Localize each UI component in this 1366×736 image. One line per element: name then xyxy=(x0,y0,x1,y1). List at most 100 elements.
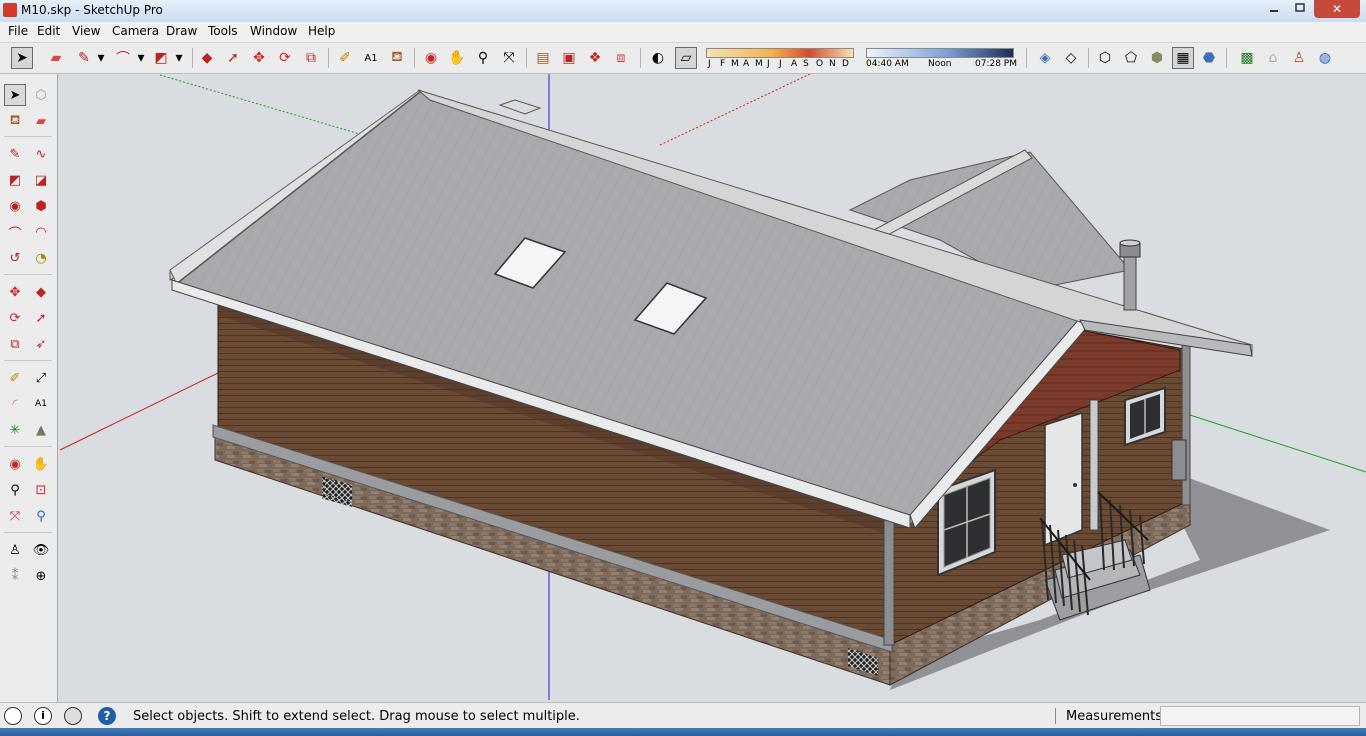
eraser-tool-button[interactable]: ▰ xyxy=(30,110,52,132)
zoom-extents-button[interactable]: ⤧ xyxy=(498,47,520,69)
month-label: A xyxy=(743,59,750,69)
drawing-viewport[interactable] xyxy=(58,74,1366,702)
follow-me-tool-button[interactable]: ➚ xyxy=(30,307,52,329)
paint-bucket-tool-button[interactable]: ⛾ xyxy=(386,47,408,69)
move-tool-button[interactable]: ✥ xyxy=(248,47,270,69)
rectangle-tool-dropdown[interactable]: ▾ xyxy=(168,47,190,69)
polygon-tool-button[interactable]: ⬢ xyxy=(30,195,52,217)
monochrome-style-button[interactable]: ⬣ xyxy=(1198,47,1220,69)
circle-tool-button[interactable]: ◉ xyxy=(4,195,26,217)
shaded-style-button[interactable]: ⬢ xyxy=(1146,47,1168,69)
zoom-window-button[interactable]: ⊡ xyxy=(30,479,52,501)
maximize-button[interactable] xyxy=(1288,0,1312,18)
arrow-cursor-icon: ➤ xyxy=(16,50,28,66)
rectangle-tool-button[interactable]: ◩ xyxy=(4,169,26,191)
move-tool-button[interactable]: ✥ xyxy=(4,281,26,303)
zoom-extents-button[interactable]: ⤧ xyxy=(4,505,26,527)
line-tool-button[interactable]: ✎ xyxy=(4,143,26,165)
sign-in-status-icon[interactable] xyxy=(64,707,82,725)
follow-me-tool-button[interactable]: ➚ xyxy=(222,47,244,69)
walk-tool-button[interactable]: ⁑ xyxy=(4,565,26,587)
eraser-tool-button[interactable]: ▰ xyxy=(45,47,67,69)
menu-tools[interactable]: Tools xyxy=(208,24,238,38)
month-slider[interactable] xyxy=(706,48,854,58)
hidden-line-style-button[interactable]: ⬠ xyxy=(1120,47,1142,69)
orbit-icon: ◉ xyxy=(9,456,21,472)
zoom-tool-button[interactable]: ⚲ xyxy=(4,479,26,501)
two-point-arc-tool-button[interactable]: ◠ xyxy=(30,221,52,243)
tape-measure-tool-button[interactable]: ✐ xyxy=(334,47,356,69)
add-location-button[interactable]: ▩ xyxy=(1236,47,1258,69)
display-shadows-toggle[interactable]: ▱ xyxy=(675,47,697,69)
menu-camera[interactable]: Camera xyxy=(112,24,159,38)
3d-text-tool-button[interactable]: ▲ xyxy=(30,419,52,441)
three-point-arc-tool-button[interactable]: ↺ xyxy=(4,247,26,269)
two-point-arc-icon: ◠ xyxy=(35,224,47,240)
rotate-tool-button[interactable]: ⟳ xyxy=(274,47,296,69)
dimension-tool-button[interactable]: ⤢ xyxy=(30,367,52,389)
scale-tool-button[interactable]: ⧉ xyxy=(300,47,322,69)
menu-draw[interactable]: Draw xyxy=(166,24,197,38)
protractor-tool-button[interactable]: ◜ xyxy=(4,393,26,415)
time-slider[interactable] xyxy=(866,48,1014,58)
menu-help[interactable]: Help xyxy=(308,24,335,38)
previous-view-button[interactable]: ⚲ xyxy=(30,505,52,527)
dimension-icon: ⤢ xyxy=(35,370,47,386)
xray-icon: ◈ xyxy=(1039,50,1051,66)
back-edges-icon: ◇ xyxy=(1065,50,1077,66)
push-pull-icon: ◆ xyxy=(36,284,46,300)
close-button[interactable]: ✕ xyxy=(1314,0,1360,18)
arc-tool-button[interactable]: ⌒ xyxy=(4,221,26,243)
measurements-input[interactable] xyxy=(1160,706,1360,726)
offset-tool-button[interactable]: ➶ xyxy=(30,333,52,355)
select-tool-button[interactable]: ➤ xyxy=(4,84,26,106)
pan-tool-button[interactable]: ✋ xyxy=(30,453,52,475)
geo-location-status-icon[interactable] xyxy=(4,707,22,725)
get-models-button[interactable]: ▤ xyxy=(532,47,554,69)
rotated-rectangle-tool-button[interactable]: ◪ xyxy=(30,169,52,191)
extension-warehouse-button[interactable]: ⧈ xyxy=(610,47,632,69)
zoom-tool-button[interactable]: ⚲ xyxy=(472,47,494,69)
back-edges-button[interactable]: ◇ xyxy=(1060,47,1082,69)
paint-bucket-tool-button[interactable]: ⛾ xyxy=(4,110,26,132)
menu-window[interactable]: Window xyxy=(250,24,297,38)
menu-edit[interactable]: Edit xyxy=(37,24,60,38)
instructor-help-button[interactable]: ? xyxy=(98,707,116,725)
orbit-tool-button[interactable]: ◉ xyxy=(4,453,26,475)
pan-tool-button[interactable]: ✋ xyxy=(446,47,468,69)
tape-measure-tool-button[interactable]: ✐ xyxy=(4,367,26,389)
make-component-button[interactable]: ⬡ xyxy=(30,84,52,106)
scale-tool-button[interactable]: ⧉ xyxy=(4,333,26,355)
look-around-button[interactable]: 👁 xyxy=(30,539,52,561)
rotate-icon: ⟳ xyxy=(9,310,21,326)
pie-tool-button[interactable]: ◔ xyxy=(30,247,52,269)
share-model-button[interactable]: ▣ xyxy=(558,47,580,69)
text-tool-button[interactable]: A1 xyxy=(30,393,52,415)
shaded-textures-style-button[interactable]: ▦ xyxy=(1172,47,1194,69)
xray-style-button[interactable]: ◈ xyxy=(1034,47,1056,69)
photo-textures-button[interactable]: ♙ xyxy=(1288,47,1310,69)
menu-view[interactable]: View xyxy=(72,24,100,38)
menu-file[interactable]: File xyxy=(8,24,28,38)
shadow-settings-button[interactable]: ◐ xyxy=(647,47,669,69)
toggle-terrain-button[interactable]: ⌂ xyxy=(1262,47,1284,69)
rotate-tool-button[interactable]: ⟳ xyxy=(4,307,26,329)
orbit-tool-button[interactable]: ◉ xyxy=(420,47,442,69)
preview-in-earth-button[interactable]: ◍ xyxy=(1314,47,1336,69)
axes-tool-button[interactable]: ✳ xyxy=(4,419,26,441)
minimize-icon xyxy=(1270,10,1278,12)
text-tool-button[interactable]: A1 xyxy=(360,47,382,69)
minimize-button[interactable] xyxy=(1262,0,1286,18)
position-camera-button[interactable]: ♙ xyxy=(4,539,26,561)
line-tool-dropdown[interactable]: ▾ xyxy=(90,47,112,69)
select-tool-button[interactable]: ➤ xyxy=(11,47,33,69)
rotate-icon: ⟳ xyxy=(279,50,291,66)
arc-tool-dropdown[interactable]: ▾ xyxy=(130,47,152,69)
share-component-button[interactable]: ❖ xyxy=(584,47,606,69)
section-plane-button[interactable]: ⊕ xyxy=(30,565,52,587)
push-pull-tool-button[interactable]: ◆ xyxy=(196,47,218,69)
wireframe-style-button[interactable]: ⬡ xyxy=(1094,47,1116,69)
credits-status-icon[interactable]: i xyxy=(34,707,52,725)
push-pull-tool-button[interactable]: ◆ xyxy=(30,281,52,303)
freehand-tool-button[interactable]: ∿ xyxy=(30,143,52,165)
